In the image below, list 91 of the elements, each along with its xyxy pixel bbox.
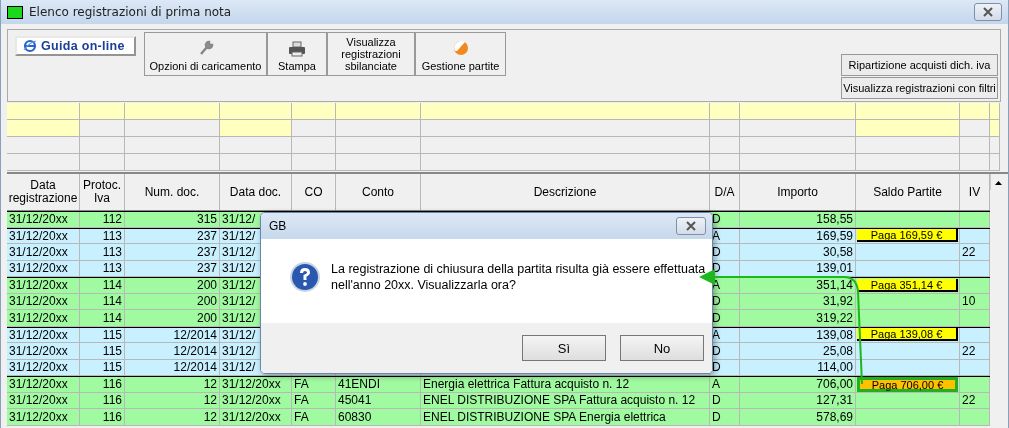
debit-credit-cell: D	[712, 394, 721, 407]
debit-credit-cell: D	[712, 245, 721, 258]
account-cell: 41ENDI	[338, 378, 381, 391]
amount-cell: 319,22	[816, 311, 853, 324]
code-cell: FA	[294, 410, 309, 423]
amount-cell: 139,01	[816, 262, 853, 275]
doc-date-cell: 31/12/20xx	[222, 378, 281, 391]
protocol-cell: 116	[102, 394, 122, 407]
doc-number-cell: 12/2014	[173, 344, 217, 357]
doc-number-cell: 12/2014	[173, 328, 217, 341]
debit-credit-cell: D	[712, 311, 721, 324]
date-cell: 31/12/20xx	[9, 394, 68, 407]
date-cell: 31/12/20xx	[9, 410, 68, 423]
doc-date-cell: 31/12/	[222, 361, 256, 374]
debit-credit-cell: D	[712, 361, 721, 374]
debit-credit-cell: D	[712, 295, 721, 308]
description-cell: ENEL DISTRIBUZIONE SPA Fattura acquisto n. 12	[423, 394, 696, 407]
doc-number-cell: 237	[196, 229, 217, 242]
date-cell: 31/12/20xx	[9, 344, 68, 357]
protocol-cell: 115	[102, 328, 122, 341]
protocol-cell: 113	[102, 262, 122, 275]
vat-cell: 22	[962, 344, 976, 357]
doc-number-cell: 200	[196, 295, 217, 308]
doc-date-cell: 31/12/	[222, 328, 256, 341]
doc-date-cell: 31/12/	[222, 311, 256, 324]
doc-number-cell: 237	[196, 245, 217, 258]
date-cell: 31/12/20xx	[9, 245, 68, 258]
doc-number-cell: 200	[196, 311, 217, 324]
doc-date-cell: 31/12/	[222, 262, 256, 275]
protocol-cell: 116	[102, 378, 122, 391]
debit-credit-cell: A	[712, 378, 720, 391]
code-cell: FA	[294, 378, 309, 391]
doc-date-cell: 31/12/	[222, 279, 256, 292]
amount-cell: 31,92	[822, 295, 853, 308]
amount-cell: 578,69	[816, 410, 853, 423]
date-cell: 31/12/20xx	[9, 311, 68, 324]
doc-date-cell: 31/12/	[222, 245, 256, 258]
doc-number-cell: 12	[203, 394, 217, 407]
account-cell: 60830	[338, 410, 372, 423]
protocol-cell: 112	[102, 213, 122, 226]
date-cell: 31/12/20xx	[9, 229, 68, 242]
protocol-cell: 116	[102, 410, 122, 423]
doc-date-cell: 31/12/20xx	[222, 410, 281, 423]
debit-credit-cell: A	[712, 229, 720, 242]
date-cell: 31/12/20xx	[9, 295, 68, 308]
doc-date-cell: 31/12/20xx	[222, 394, 281, 407]
description-cell: ENEL DISTRIBUZIONE SPA Energia elettrica	[423, 410, 666, 423]
date-cell: 31/12/20xx	[9, 328, 68, 341]
vat-cell: 22	[962, 245, 976, 258]
amount-cell: 158,55	[816, 213, 853, 226]
amount-cell: 114,00	[817, 361, 853, 374]
doc-number-cell: 12	[203, 410, 217, 423]
protocol-cell: 115	[102, 361, 122, 374]
protocol-cell: 113	[102, 245, 122, 258]
window-title: Elenco registrazioni di prima nota	[29, 5, 233, 19]
doc-date-cell: 31/12/	[222, 213, 256, 226]
account-cell: 45041	[338, 394, 372, 407]
vat-cell: 10	[962, 295, 976, 308]
debit-credit-cell: D	[712, 410, 721, 423]
protocol-cell: 114	[102, 295, 122, 308]
debit-credit-cell: A	[712, 328, 720, 341]
amount-cell: 169,59	[816, 229, 853, 242]
amount-cell: 30,58	[822, 245, 853, 258]
doc-date-cell: 31/12/	[222, 344, 256, 357]
doc-number-cell: 200	[196, 279, 217, 292]
amount-cell: 25,08	[822, 344, 853, 357]
doc-number-cell: 12	[203, 378, 217, 391]
debit-credit-cell: D	[712, 213, 721, 226]
debit-credit-cell: D	[712, 344, 721, 357]
date-cell: 31/12/20xx	[9, 262, 68, 275]
description-cell: Energia elettrica Fattura acquisto n. 12	[423, 378, 630, 391]
doc-date-cell: 31/12/	[222, 229, 256, 242]
date-cell: 31/12/20xx	[9, 279, 68, 292]
protocol-cell: 113	[102, 229, 122, 242]
amount-cell: 706,00	[816, 378, 853, 391]
dialog-title: GB	[269, 219, 287, 233]
protocol-cell: 115	[102, 344, 122, 357]
date-cell: 31/12/20xx	[9, 378, 68, 391]
amount-cell: 139,08	[816, 328, 853, 341]
code-cell: FA	[294, 394, 309, 407]
doc-number-cell: 12/2014	[173, 361, 217, 374]
doc-number-cell: 315	[196, 213, 217, 226]
protocol-cell: 114	[102, 279, 122, 292]
protocol-cell: 114	[102, 311, 122, 324]
date-cell: 31/12/20xx	[9, 361, 68, 374]
amount-cell: 127,31	[816, 394, 853, 407]
doc-number-cell: 237	[196, 262, 217, 275]
vat-cell: 22	[962, 394, 976, 407]
date-cell: 31/12/20xx	[9, 213, 68, 226]
amount-cell: 351,14	[816, 279, 853, 292]
doc-date-cell: 31/12/	[222, 295, 256, 308]
